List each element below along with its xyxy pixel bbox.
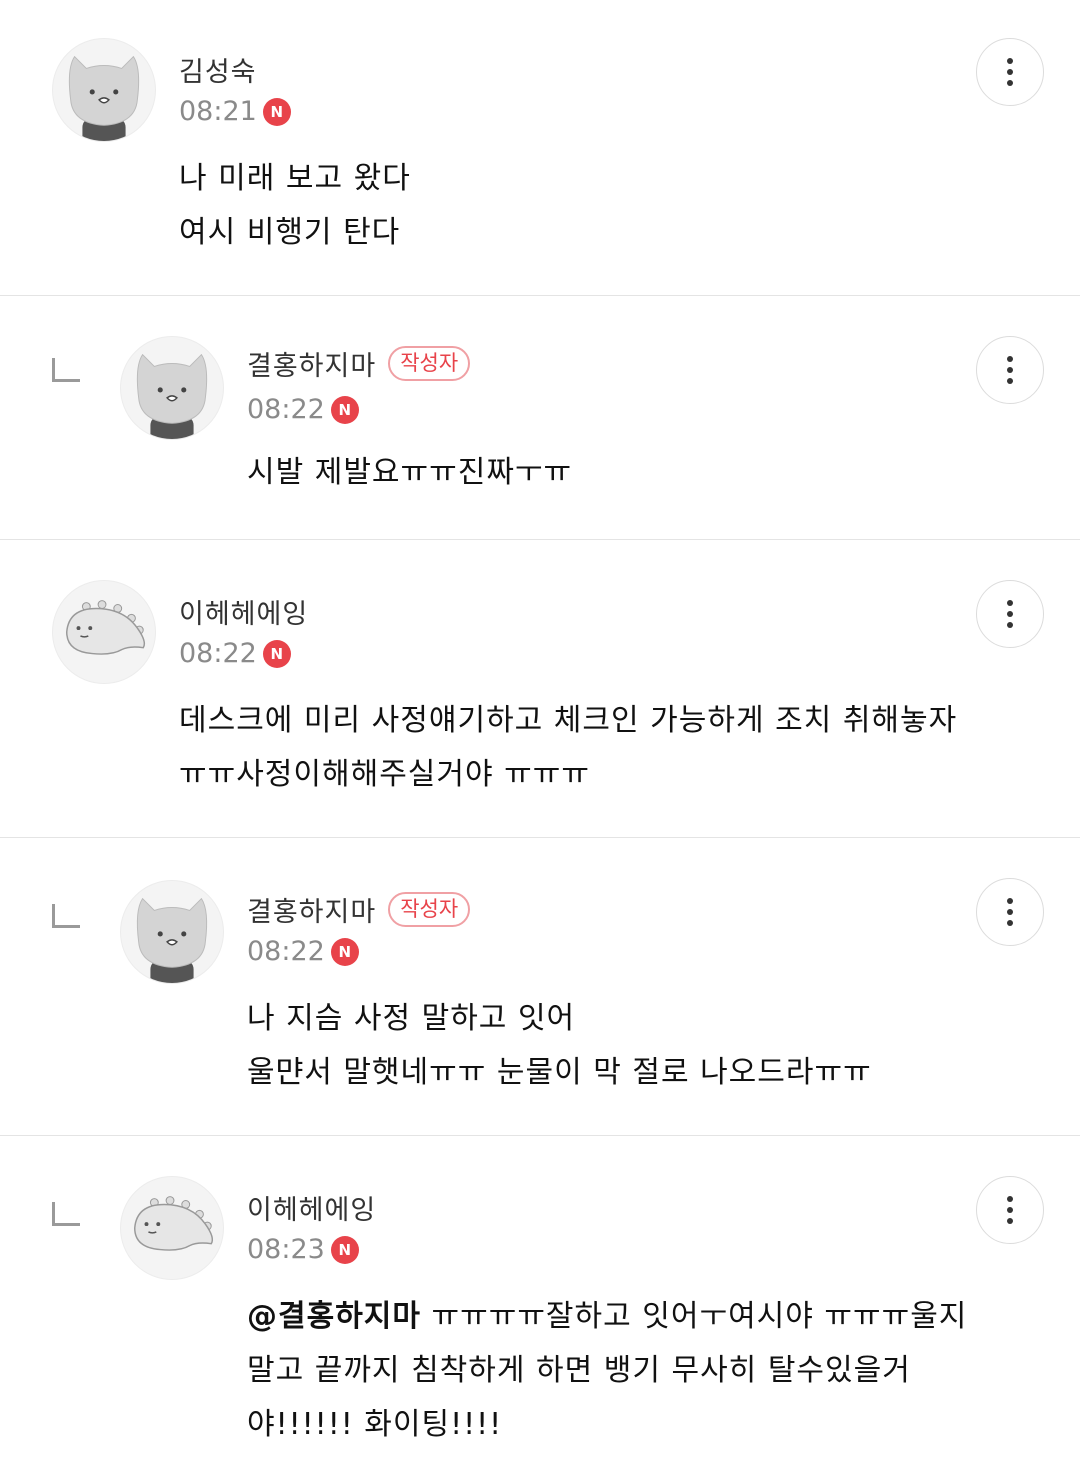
comment-body: 나 지슴 사정 말하고 잇어 울먄서 말햇네ㅠㅠ 눈물이 막 절로 나오드라ㅠㅠ xyxy=(247,992,872,1100)
more-vertical-icon[interactable] xyxy=(976,878,1044,946)
comment-body: 나 미래 보고 왔다 여시 비행기 탄다 xyxy=(179,152,411,260)
comment-body: 시발 제발요ㅠㅠ진짜ㅜㅠ xyxy=(247,446,572,500)
comment-time: 08:21 xyxy=(179,96,257,127)
author-name[interactable]: 결홍하지마 xyxy=(247,344,376,383)
author-name[interactable]: 이헤헤에잉 xyxy=(247,1188,376,1227)
new-badge: N xyxy=(330,1235,359,1264)
comment-line: ㅠㅠ사정이해해주실거야 ㅠㅠㅠ xyxy=(179,757,590,792)
author-name[interactable]: 이헤헤에잉 xyxy=(179,592,308,631)
comment-body: @결홍하지마 ㅠㅠㅠㅠ잘하고 잇어ㅜ여시야 ㅠㅠㅠ울지 말고 끝까지 침착하게 … xyxy=(247,1290,967,1452)
more-vertical-icon[interactable] xyxy=(976,580,1044,648)
mention-link[interactable]: @결홍하지마 xyxy=(247,1299,421,1334)
comment-time: 08:23 xyxy=(247,1234,325,1265)
cat-avatar-icon[interactable] xyxy=(120,336,224,440)
reply-item: 이헤헤에잉 08:23 N @결홍하지마 ㅠㅠㅠㅠ잘하고 잇어ㅜ여시야 ㅠㅠㅠ울… xyxy=(0,1136,1080,1479)
comment-item: 이헤헤에잉 08:22 N 데스크에 미리 사정얘기하고 체크인 가능하게 조치… xyxy=(0,540,1080,838)
author-name[interactable]: 김성숙 xyxy=(179,50,257,89)
comment-item: 김성숙 08:21 N 나 미래 보고 왔다 여시 비행기 탄다 xyxy=(0,0,1080,296)
reply-arrow-icon xyxy=(52,358,80,382)
comment-line: 말고 끝까지 침착하게 하면 뱅기 무사히 탈수있을거 xyxy=(247,1353,911,1388)
comment-text: ㅠㅠㅠㅠ잘하고 잇어ㅜ여시야 ㅠㅠㅠ울지 xyxy=(421,1299,968,1334)
dinosaur-avatar-icon[interactable] xyxy=(52,580,156,684)
new-badge: N xyxy=(330,937,359,966)
more-vertical-icon[interactable] xyxy=(976,1176,1044,1244)
more-vertical-icon[interactable] xyxy=(976,336,1044,404)
dinosaur-avatar-icon[interactable] xyxy=(120,1176,224,1280)
comment-line: 나 지슴 사정 말하고 잇어 xyxy=(247,1001,576,1036)
comment-line: @결홍하지마 ㅠㅠㅠㅠ잘하고 잇어ㅜ여시야 ㅠㅠㅠ울지 xyxy=(247,1290,967,1344)
new-badge: N xyxy=(330,395,359,424)
author-name[interactable]: 결홍하지마 xyxy=(247,890,376,929)
comment-line: 나 미래 보고 왔다 xyxy=(179,161,411,196)
comment-time: 08:22 xyxy=(247,394,325,425)
comment-body: 데스크에 미리 사정얘기하고 체크인 가능하게 조치 취해놓자 ㅠㅠ사정이해해주… xyxy=(179,694,957,802)
new-badge: N xyxy=(262,639,291,668)
writer-badge: 작성자 xyxy=(388,346,471,381)
writer-badge: 작성자 xyxy=(388,892,471,927)
comment-time: 08:22 xyxy=(179,638,257,669)
reply-arrow-icon xyxy=(52,1202,80,1226)
comment-time: 08:22 xyxy=(247,936,325,967)
new-badge: N xyxy=(262,97,291,126)
cat-avatar-icon[interactable] xyxy=(120,880,224,984)
comment-line: 여시 비행기 탄다 xyxy=(179,215,401,250)
more-vertical-icon[interactable] xyxy=(976,38,1044,106)
comment-line: 울먄서 말햇네ㅠㅠ 눈물이 막 절로 나오드라ㅠㅠ xyxy=(247,1055,872,1090)
comment-line: 데스크에 미리 사정얘기하고 체크인 가능하게 조치 취해놓자 xyxy=(179,703,958,738)
comment-line: 야!!!!!! 화이팅!!!! xyxy=(247,1407,503,1442)
reply-item: 결홍하지마 작성자 08:22 N 시발 제발요ㅠㅠ진짜ㅜㅠ xyxy=(0,296,1080,540)
cat-avatar-icon[interactable] xyxy=(52,38,156,142)
comment-line: 시발 제발요ㅠㅠ진짜ㅜㅠ xyxy=(247,455,573,490)
reply-item: 결홍하지마 작성자 08:22 N 나 지슴 사정 말하고 잇어 울먄서 말햇네… xyxy=(0,838,1080,1136)
reply-arrow-icon xyxy=(52,904,80,928)
